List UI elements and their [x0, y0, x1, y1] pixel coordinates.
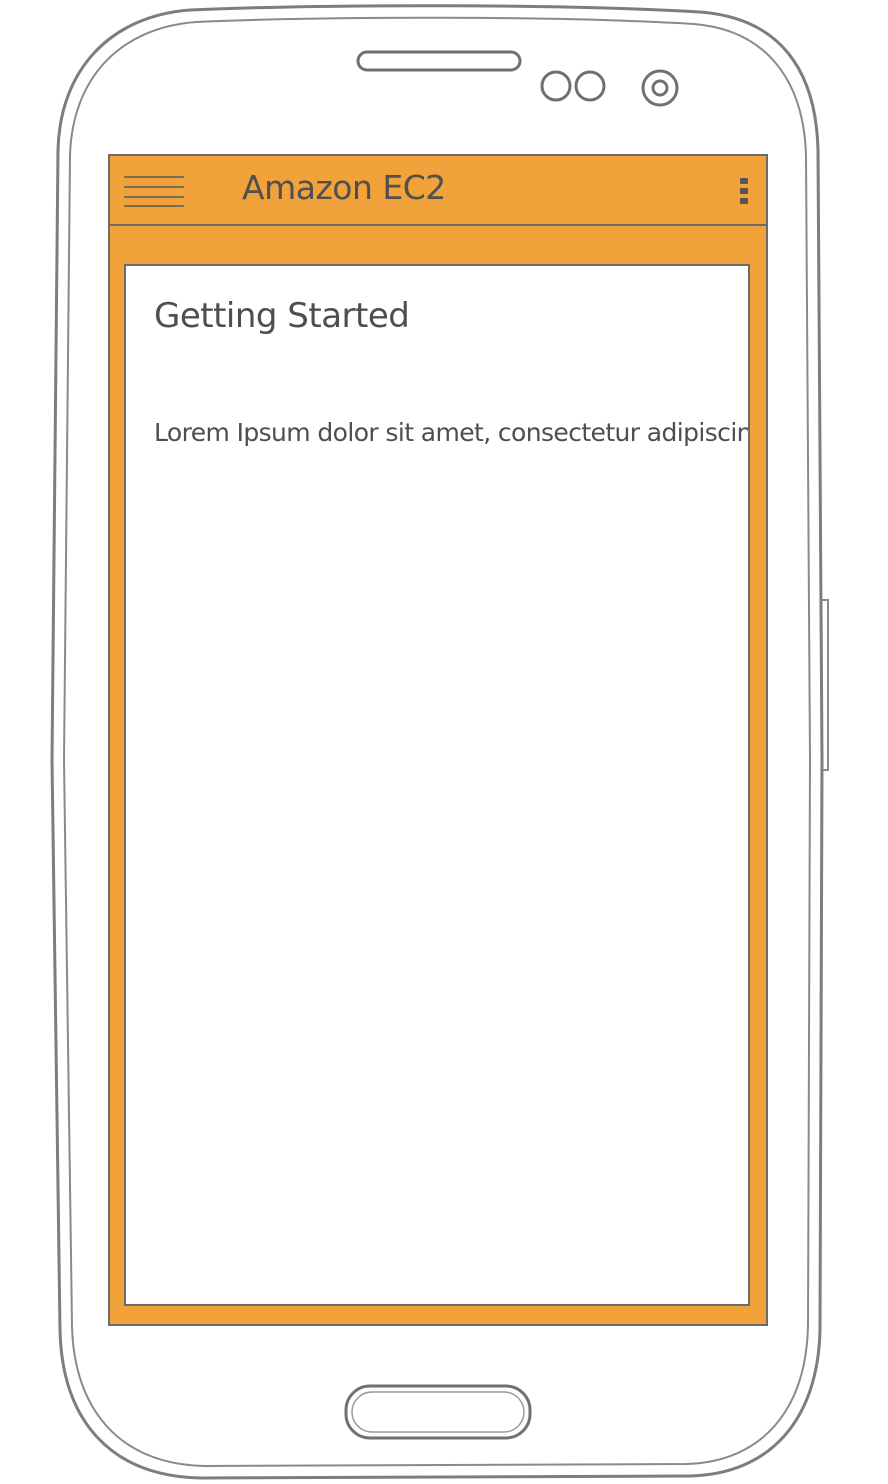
sensor-icon-right [574, 70, 606, 102]
sensor-icon-left [540, 70, 572, 102]
hamburger-menu-icon[interactable] [124, 176, 184, 207]
home-button-inner [351, 1391, 525, 1433]
front-camera-icon [641, 69, 679, 107]
card-heading: Getting Started [154, 296, 410, 336]
hamburger-line [124, 176, 184, 178]
ellipsis-dot [740, 188, 748, 194]
hamburger-line [124, 205, 184, 207]
app-screen: Amazon EC2 Getting Started Lorem Ipsum d… [108, 154, 768, 1326]
content-card: Getting Started Lorem Ipsum dolor sit am… [124, 264, 750, 1306]
card-body-text: Lorem Ipsum dolor sit amet, consectetur … [154, 418, 750, 447]
ellipsis-dot [740, 178, 748, 184]
front-camera-lens-icon [651, 79, 669, 97]
ellipsis-dot [740, 198, 748, 204]
earpiece-speaker-icon [356, 50, 522, 72]
home-button[interactable] [344, 1384, 532, 1440]
vertical-ellipsis-icon[interactable] [740, 178, 748, 204]
app-bar: Amazon EC2 [110, 156, 766, 226]
hamburger-line [124, 196, 184, 198]
hamburger-line [124, 186, 184, 188]
app-title: Amazon EC2 [242, 168, 446, 207]
